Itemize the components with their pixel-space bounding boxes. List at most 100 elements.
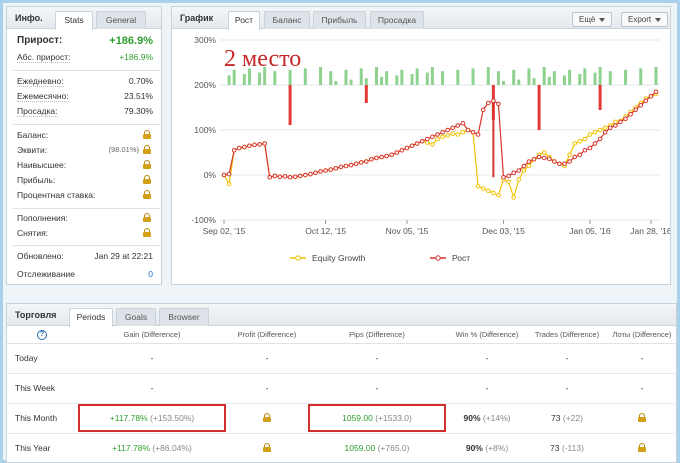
series-point [424,140,430,145]
tab-stats[interactable]: Stats [55,11,93,30]
series-point [618,119,623,125]
series-point [277,174,283,180]
table-row: This Week - - - - - - [7,373,677,404]
chart-panel: График Рост Баланс Прибыль Просадка Ещё … [171,6,671,285]
series-point [226,181,232,187]
row-label: This Year [7,433,77,463]
daily-gain-bar [517,79,521,85]
series-point [282,174,288,179]
daily-gain-bar [532,78,536,85]
row-label: Today [7,343,77,374]
lock-icon [638,412,646,422]
row-label: This Week [7,373,77,404]
legend-marker [295,255,301,261]
gain-label: Прирост: [17,35,63,46]
daily-gain-bar [593,72,597,85]
series-point [607,125,613,131]
series-point [613,119,618,125]
tab-goals[interactable]: Goals [116,308,156,326]
series-point [582,147,588,153]
daily-gain-bar [415,68,419,85]
daily-gain-bar [359,68,363,85]
col-pips[interactable]: Pips (Difference) [307,326,447,344]
daily-gain-bar [654,67,658,85]
lots-cell: - [607,373,677,404]
series-point [262,141,267,146]
series-point [496,101,501,107]
series-point [648,93,654,99]
tab-balance[interactable]: Баланс [264,11,310,29]
info-title: Инфо. [15,13,43,23]
tab-drawdown[interactable]: Просадка [370,11,424,29]
tab-periods[interactable]: Periods [69,308,113,327]
daily-gain-bar [430,67,434,85]
win-value: 90% [463,413,481,423]
more-button[interactable]: Ещё [572,12,613,27]
overlay-annotation: 2 место [224,46,301,72]
trade-panel-header: Торговля Periods Goals Browser [7,304,676,327]
series-point [242,144,247,150]
daily-loss-bar [364,85,368,103]
series-point [226,171,232,177]
gain-cell: +117.78% (+153.50%) [77,403,227,434]
legend-label: Equity Growth [312,253,366,263]
tab-browser[interactable]: Browser [159,308,209,326]
gain-value: +117.78% [112,443,151,453]
tracking-row: Отслеживание 0 [17,269,153,283]
chevron-down-icon [655,17,662,22]
y-tick-label: 300% [194,35,216,45]
tab-growth[interactable]: Рост [228,11,260,30]
daily-gain-bar [598,67,602,85]
tracking-label: Отслеживание [17,269,76,279]
col-trades[interactable]: Trades (Difference) [527,326,607,344]
gain-cell: - [77,373,227,404]
series-point [602,125,608,131]
series-point [633,107,638,113]
series-point [582,136,588,142]
series-point [450,125,456,131]
series-point [602,129,608,135]
trades-value: - [565,353,569,363]
equity-row: Эквити: (98.01%) [17,145,153,159]
win-value: - [485,353,489,363]
col-gain[interactable]: Gain (Difference) [77,326,227,344]
help-icon[interactable]: ? [37,329,47,340]
series-point [572,154,577,160]
page-frame: Инфо. Stats General Прирост: +186.9% Абс… [0,0,680,463]
equity-label: Эквити: [17,145,48,155]
col-win[interactable]: Win % (Difference) [447,326,527,344]
series-point [546,156,552,162]
tracking-value[interactable]: 0 [148,269,153,279]
x-tick-label: Sep 02, '15 [203,226,246,236]
monthly-row: Ежемесячно: 23.51% [17,91,153,105]
series-point [597,136,603,142]
daily-gain-bar [512,69,516,85]
daily-gain-bar [608,71,612,85]
col-profit[interactable]: Profit (Difference) [227,326,307,344]
daily-gain-bar [344,69,348,85]
pips-diff: (+1533.0) [375,413,412,423]
export-button[interactable]: Export [621,12,669,27]
period-label: This Month [15,413,58,423]
series-point [526,163,532,169]
series-point [562,161,567,167]
tab-profit[interactable]: Прибыль [313,11,366,29]
gain-diff: (+153.50%) [150,413,195,423]
col-lots[interactable]: Лоты (Difference) [607,326,677,344]
series-point [231,147,237,153]
series-point [506,173,511,179]
series-point [506,179,511,185]
daily-loss-bar [598,85,602,110]
series-point [552,159,557,164]
tab-general[interactable]: General [96,11,146,29]
pips-value: - [375,353,379,363]
lock-icon [638,442,646,452]
series-point [511,170,516,176]
legend-marker [435,255,441,261]
deposits-label: Пополнения: [17,213,68,223]
win-cell: 90% (+14%) [447,403,527,434]
series-point [613,123,618,128]
series-point [516,168,522,173]
equity-percent: (98.01%) [108,145,139,154]
profit-cell: - [227,373,307,404]
